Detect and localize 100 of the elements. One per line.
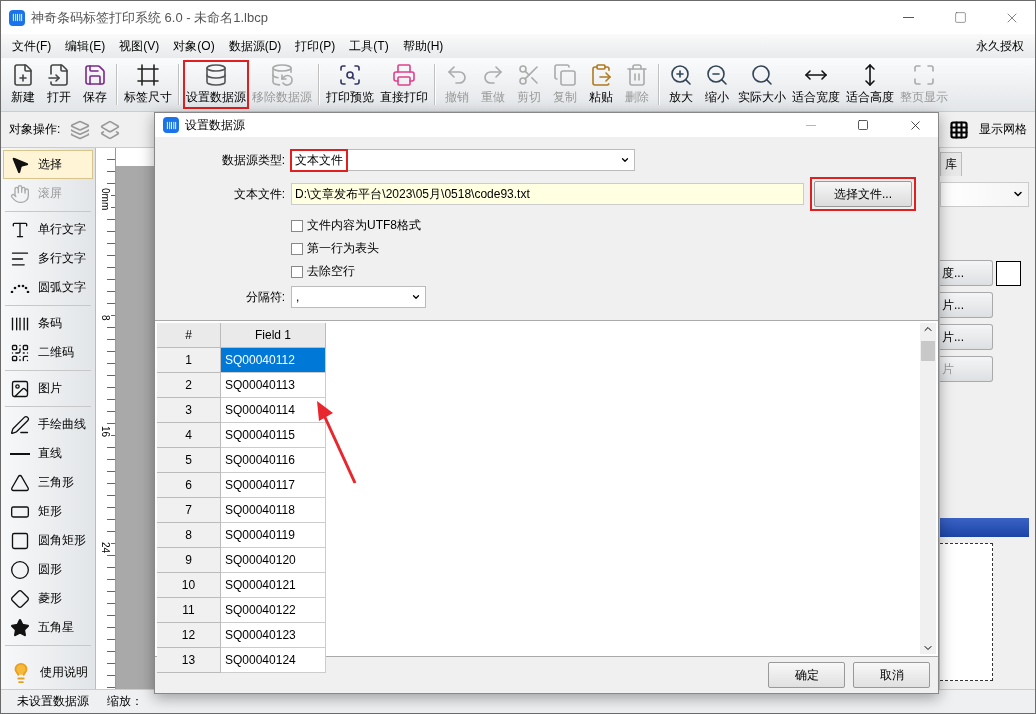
menu-item[interactable]: 对象(O) xyxy=(166,37,222,55)
menu-item[interactable]: 文件(F) xyxy=(5,37,59,55)
menu-item[interactable]: 工具(T) xyxy=(342,37,396,55)
tool-item[interactable]: 图片 xyxy=(3,374,93,403)
menu-item[interactable]: 视图(V) xyxy=(112,37,167,55)
tool-item[interactable]: 圆角矩形 xyxy=(3,526,93,555)
tool-item[interactable]: 手绘曲线 xyxy=(3,410,93,439)
toolbar-button[interactable]: 放大 xyxy=(663,60,699,109)
tool-item[interactable]: 单行文字 xyxy=(3,215,93,244)
diamond-icon xyxy=(10,588,30,609)
database-icon xyxy=(270,63,294,87)
star-icon xyxy=(10,617,30,638)
dropdown-value: 文本文件 xyxy=(290,148,348,172)
tool-item[interactable]: 选择 xyxy=(3,150,93,179)
tool-item[interactable]: 多行文字 xyxy=(3,244,93,273)
toolbar-button[interactable]: 直接打印 xyxy=(377,60,431,109)
checkbox[interactable] xyxy=(291,265,303,278)
row-number: 5 xyxy=(157,448,221,473)
row-number: 4 xyxy=(157,423,221,448)
table-cell[interactable]: SQ00040122 xyxy=(221,598,326,623)
panel-tab[interactable]: 库 xyxy=(940,152,962,176)
ruler-label: 0mm xyxy=(100,188,111,211)
table-cell[interactable]: SQ00040117 xyxy=(221,473,326,498)
qr-code-icon xyxy=(10,342,30,363)
table-cell[interactable]: SQ00040124 xyxy=(221,648,326,673)
table-cell[interactable]: SQ00040114 xyxy=(221,398,326,423)
toolbar-button[interactable]: 适合高度 xyxy=(843,60,897,109)
menu-item[interactable]: 打印(P) xyxy=(288,37,343,55)
tool-item[interactable]: 菱形 xyxy=(3,584,93,613)
table-cell[interactable]: SQ00040118 xyxy=(221,498,326,523)
table-cell[interactable]: SQ00040121 xyxy=(221,573,326,598)
table-cell[interactable]: SQ00040116 xyxy=(221,448,326,473)
field-label: 分隔符: xyxy=(245,288,285,306)
tool-item[interactable]: 矩形 xyxy=(3,497,93,526)
ruler-label: 16 xyxy=(100,425,111,437)
dialog-button[interactable]: 确定 xyxy=(768,662,845,688)
toolbar-button[interactable]: 实际大小 xyxy=(735,60,789,109)
column-header: Field 1 xyxy=(221,323,326,348)
table-cell[interactable]: SQ00040120 xyxy=(221,548,326,573)
toolbar-button[interactable]: 缩小 xyxy=(699,60,735,109)
zoom-in-icon xyxy=(669,63,693,87)
toolbar-button[interactable]: 保存 xyxy=(77,60,113,109)
tool-item[interactable]: 圆弧文字 xyxy=(3,273,93,302)
tool-item[interactable]: 二维码 xyxy=(3,338,93,367)
layers-icon[interactable] xyxy=(70,119,91,140)
table-cell[interactable]: SQ00040119 xyxy=(221,523,326,548)
menu-item[interactable]: 数据源(D) xyxy=(221,37,289,55)
row-number: 10 xyxy=(157,573,221,598)
type-dropdown[interactable]: 文本文件 xyxy=(291,149,635,171)
toolbar-button[interactable]: 打开 xyxy=(41,60,77,109)
table-cell[interactable]: SQ00040123 xyxy=(221,623,326,648)
toolbar-button[interactable]: 设置数据源 xyxy=(183,60,249,109)
checkbox[interactable] xyxy=(291,242,303,255)
tool-item[interactable]: 圆形 xyxy=(3,555,93,584)
choose-file-button[interactable]: 选择文件... xyxy=(814,181,912,207)
tool-item[interactable]: 直线 xyxy=(3,439,93,468)
menu-item[interactable]: 帮助(H) xyxy=(395,37,451,55)
show-grid-toggle[interactable]: 显示网格 xyxy=(979,121,1027,138)
checkbox-option[interactable]: 第一行为表头 xyxy=(291,240,922,257)
table-cell[interactable]: SQ00040113 xyxy=(221,373,326,398)
tool-item[interactable]: 三角形 xyxy=(3,468,93,497)
window-title: 神奇条码标签打印系统 6.0 - 未命名1.lbcp xyxy=(31,8,269,27)
panel-button[interactable]: 片... xyxy=(940,324,993,351)
table-cell[interactable]: SQ00040115 xyxy=(221,423,326,448)
scrollbar[interactable] xyxy=(920,323,936,654)
printer-icon xyxy=(392,63,416,87)
scroll-thumb[interactable] xyxy=(921,341,935,361)
row-number: 11 xyxy=(157,598,221,623)
magnifier-icon xyxy=(750,63,774,87)
toolbar-button[interactable]: 打印预览 xyxy=(323,60,377,109)
row-number: 7 xyxy=(157,498,221,523)
layers-icon[interactable] xyxy=(100,119,121,140)
tool-item[interactable]: 五角星 xyxy=(3,613,93,642)
checkbox[interactable] xyxy=(291,219,303,232)
panel-dropdown[interactable] xyxy=(940,182,1029,207)
checkbox-option[interactable]: 去除空行 xyxy=(291,263,922,280)
minimize-icon[interactable] xyxy=(902,17,914,18)
toolbar-button[interactable]: 标签尺寸 xyxy=(121,60,175,109)
row-number: 13 xyxy=(157,648,221,673)
grid-icon[interactable] xyxy=(949,119,969,140)
row-number: 9 xyxy=(157,548,221,573)
table-cell[interactable]: SQ00040112 xyxy=(221,348,326,373)
color-swatch[interactable] xyxy=(996,260,1021,286)
tool-item[interactable]: 条码 xyxy=(3,309,93,338)
field-label: 文本文件: xyxy=(233,185,285,203)
help-item[interactable]: 使用说明 xyxy=(3,658,93,687)
panel-button[interactable]: 片... xyxy=(940,292,993,319)
document-icon xyxy=(47,63,71,87)
app-logo-icon xyxy=(9,9,25,26)
toolbar-button[interactable]: 新建 xyxy=(5,60,41,109)
menu-item[interactable]: 编辑(E) xyxy=(58,37,113,55)
checkbox-option[interactable]: 文件内容为UTF8格式 xyxy=(291,217,922,234)
panel-button[interactable]: 度... xyxy=(940,260,993,287)
file-path-field[interactable]: D:\文章发布平台\2023\05月\0518\code93.txt xyxy=(291,183,804,205)
dialog-button[interactable]: 取消 xyxy=(853,662,930,688)
toolbar-button[interactable]: 适合宽度 xyxy=(789,60,843,109)
separator-dropdown[interactable]: , xyxy=(291,286,426,308)
maximize-icon[interactable] xyxy=(857,119,869,131)
database-icon xyxy=(204,63,228,87)
toolbar-button[interactable]: 粘贴 xyxy=(583,60,619,109)
